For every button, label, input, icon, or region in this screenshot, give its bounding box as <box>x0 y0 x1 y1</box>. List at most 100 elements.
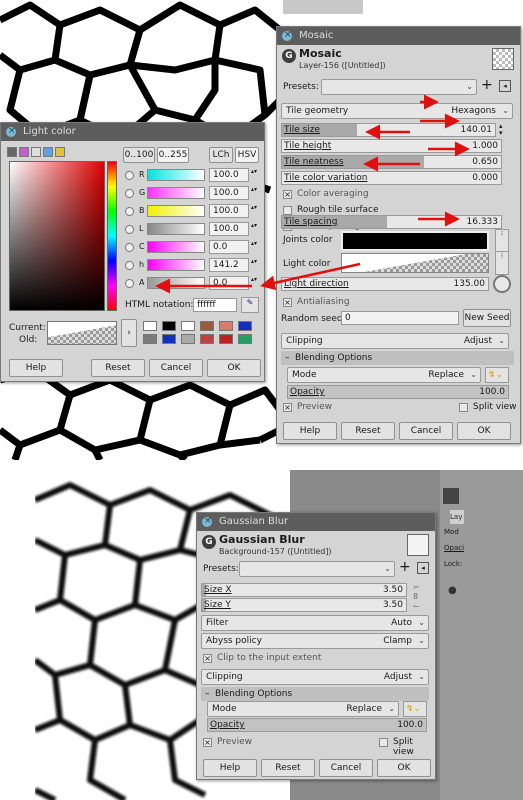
chain-link-icon[interactable]: ⌐ 8 ⌙ <box>413 583 423 611</box>
channel-value[interactable]: 100.0 <box>209 168 249 182</box>
pick-color-icon[interactable]: ⁝ <box>495 229 509 253</box>
joints-color-swatch[interactable] <box>341 231 489 251</box>
history-swatch[interactable] <box>200 334 214 344</box>
rough-tile-surface-checkbox[interactable] <box>283 206 292 215</box>
html-notation-input[interactable]: ffffff <box>193 298 237 312</box>
history-swatch[interactable] <box>200 321 214 331</box>
light-color-swatch[interactable] <box>341 253 489 273</box>
channel-slider[interactable] <box>147 223 205 235</box>
blending-options-header[interactable]: Blending Options <box>201 687 429 701</box>
preset-menu-icon[interactable]: ◂ <box>417 562 429 574</box>
mode-combo[interactable]: Mode Replace ⌄ <box>207 701 399 717</box>
help-button[interactable]: Help <box>203 759 257 777</box>
channel-slider[interactable] <box>147 169 205 181</box>
history-swatch[interactable] <box>238 321 252 331</box>
color-averaging-checkbox[interactable]: × <box>283 190 292 199</box>
channel-slider[interactable] <box>147 259 205 271</box>
reset-button[interactable]: Reset <box>261 759 315 777</box>
channel-value[interactable]: 0.0 <box>209 240 249 254</box>
channel-radio[interactable] <box>125 261 134 270</box>
clipping-combo[interactable]: Clipping Adjust ⌄ <box>201 669 429 685</box>
spin-icon[interactable]: ▴▾ <box>251 168 257 175</box>
opacity-slider[interactable]: Opacity 100.0 <box>207 718 427 732</box>
pick-color-icon[interactable]: ⁝ <box>495 251 509 275</box>
eye-icon[interactable]: ● <box>448 585 457 596</box>
history-swatch[interactable] <box>219 334 233 344</box>
new-seed-button[interactable]: New Seed <box>463 309 511 327</box>
ok-button[interactable]: OK <box>377 759 431 777</box>
channel-radio[interactable] <box>125 225 134 234</box>
filter-combo[interactable]: Filter Auto ⌄ <box>201 615 429 631</box>
abyss-combo[interactable]: Abyss policy Clamp ⌄ <box>201 633 429 649</box>
size-x-slider[interactable]: Size X 3.50 <box>201 583 407 597</box>
tile-color-variation-slider[interactable]: Tile color variation 0.000 <box>281 171 502 185</box>
close-icon[interactable] <box>6 122 16 140</box>
gaussian-titlebar[interactable]: Gaussian Blur <box>197 512 435 531</box>
channel-radio[interactable] <box>125 171 134 180</box>
scales-icon[interactable] <box>19 147 29 157</box>
spin-icon[interactable]: ▴▾ <box>251 276 257 283</box>
history-swatch[interactable] <box>162 321 176 331</box>
help-button[interactable]: Help <box>283 422 337 440</box>
split-view-checkbox[interactable] <box>379 738 388 747</box>
light-direction-slider[interactable]: Light direction 135.00 <box>281 277 489 291</box>
history-swatch[interactable] <box>143 334 157 344</box>
help-button[interactable]: Help <box>9 359 63 377</box>
lch-button[interactable]: LCh <box>209 147 233 163</box>
preview-checkbox[interactable]: × <box>203 738 212 747</box>
clipping-combo[interactable]: Clipping Adjust ⌄ <box>281 333 509 349</box>
antialiasing-checkbox[interactable]: × <box>283 298 292 307</box>
spin-icon[interactable]: ▴▾ <box>251 240 257 247</box>
tile-spacing-slider[interactable]: Tile spacing 16.333 <box>281 215 502 229</box>
channel-radio[interactable] <box>125 279 134 288</box>
saturation-value-picker[interactable] <box>9 161 105 311</box>
channel-value[interactable]: 100.0 <box>209 186 249 200</box>
channel-slider[interactable] <box>147 241 205 253</box>
channel-value[interactable]: 0.0 <box>209 276 249 290</box>
ok-button[interactable]: OK <box>457 422 511 440</box>
mode-combo[interactable]: Mode Replace ⌄ <box>287 367 481 383</box>
spin-icon[interactable]: ▴▾ <box>251 204 257 211</box>
close-icon[interactable] <box>282 26 292 44</box>
channel-slider[interactable] <box>147 205 205 217</box>
wheel-icon[interactable] <box>31 147 41 157</box>
composite-mode-icon[interactable]: ↯⌄ <box>403 701 427 717</box>
tile-neatness-slider[interactable]: Tile neatness 0.650 <box>281 155 502 169</box>
blending-options-header[interactable]: Blending Options <box>281 351 514 365</box>
spin-icon[interactable]: ▴▾ <box>499 123 509 137</box>
tile-size-slider[interactable]: Tile size 140.01 <box>281 123 496 137</box>
cancel-button[interactable]: Cancel <box>149 359 203 377</box>
preset-menu-icon[interactable]: ◂ <box>499 80 511 92</box>
channel-radio[interactable] <box>125 207 134 216</box>
close-icon[interactable] <box>202 512 212 530</box>
spin-icon[interactable]: ▴▾ <box>251 222 257 229</box>
tile-geometry-combo[interactable]: Tile geometry Hexagons ⌄ <box>281 103 513 119</box>
layers-tab[interactable]: Lay <box>450 510 464 524</box>
reset-button[interactable]: Reset <box>341 422 395 440</box>
history-swatch[interactable] <box>219 321 233 331</box>
channel-radio[interactable] <box>125 243 134 252</box>
channel-slider[interactable] <box>147 187 205 199</box>
channel-value[interactable]: 100.0 <box>209 222 249 236</box>
cancel-button[interactable]: Cancel <box>399 422 453 440</box>
channel-value[interactable]: 100.0 <box>209 204 249 218</box>
opacity-slider[interactable]: Opacity 100.0 <box>287 385 509 399</box>
direction-dial-icon[interactable] <box>493 275 511 293</box>
random-seed-input[interactable]: 0 <box>341 311 459 325</box>
tile-height-slider[interactable]: Tile height 1.000 <box>281 139 502 153</box>
history-swatch[interactable] <box>238 334 252 344</box>
palette-icon[interactable] <box>7 147 17 157</box>
light-color-titlebar[interactable]: Light color <box>1 122 264 141</box>
mosaic-titlebar[interactable]: Mosaic <box>277 26 520 45</box>
watercolor-icon[interactable] <box>43 147 53 157</box>
presets-combo[interactable]: ⌄ <box>321 79 477 95</box>
ok-button[interactable]: OK <box>207 359 261 377</box>
channel-slider[interactable] <box>147 277 205 289</box>
preview-checkbox[interactable]: × <box>283 403 292 412</box>
history-swatch[interactable] <box>162 334 176 344</box>
clip-extent-checkbox[interactable]: × <box>203 654 212 663</box>
history-swatch[interactable] <box>143 321 157 331</box>
reset-button[interactable]: Reset <box>91 359 145 377</box>
presets-combo[interactable]: ⌄ <box>239 561 395 577</box>
channel-radio[interactable] <box>125 189 134 198</box>
